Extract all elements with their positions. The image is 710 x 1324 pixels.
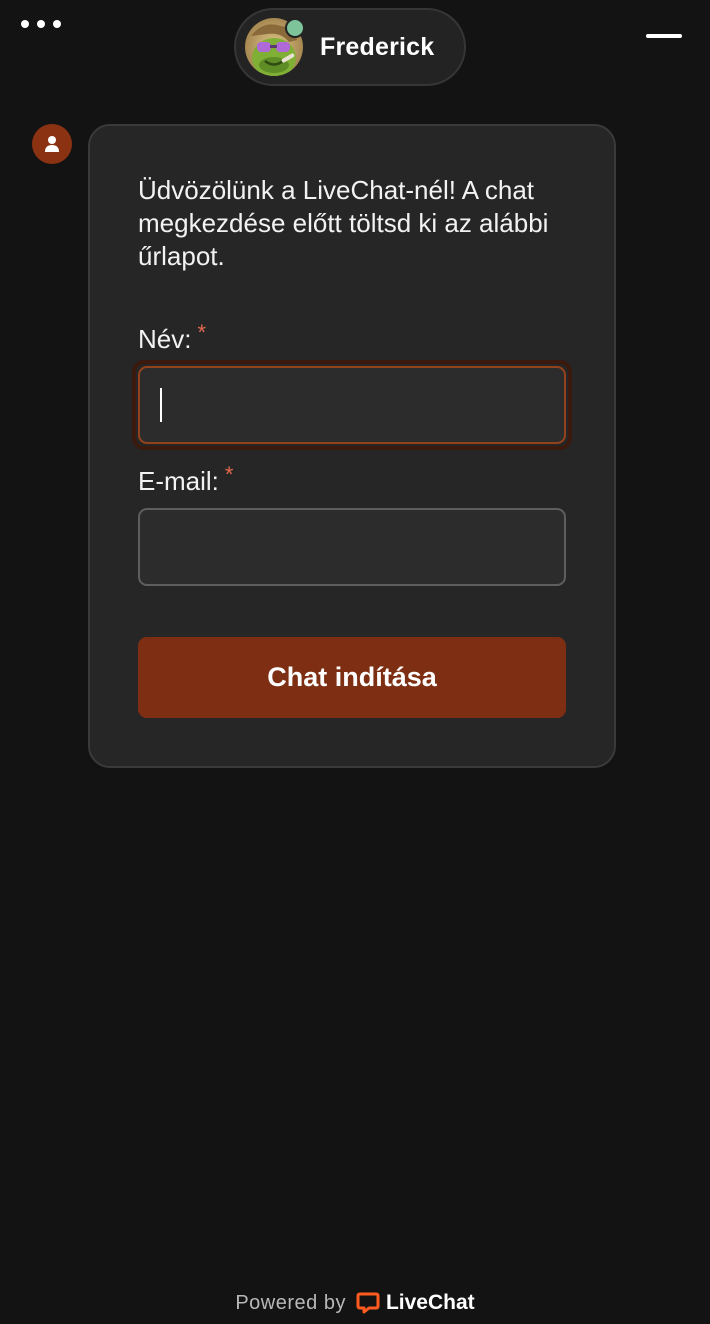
powered-by-text: Powered by bbox=[235, 1291, 346, 1314]
footer: Powered by LiveChat bbox=[0, 1286, 710, 1320]
dot bbox=[53, 20, 61, 28]
dot bbox=[37, 20, 45, 28]
email-input[interactable] bbox=[138, 508, 566, 586]
online-status-indicator bbox=[285, 18, 305, 38]
livechat-brand-link[interactable]: LiveChat bbox=[356, 1291, 475, 1315]
livechat-logo-icon bbox=[356, 1292, 380, 1314]
name-input-focus-ring bbox=[132, 360, 572, 450]
agent-name: Frederick bbox=[320, 32, 435, 61]
name-input[interactable] bbox=[138, 366, 566, 444]
dot bbox=[21, 20, 29, 28]
email-field-label: E-mail: * bbox=[138, 462, 233, 498]
text-caret bbox=[160, 388, 162, 422]
bot-avatar bbox=[32, 124, 72, 164]
start-chat-button[interactable]: Chat indítása bbox=[138, 637, 566, 718]
email-label-text: E-mail: bbox=[138, 466, 219, 496]
required-marker: * bbox=[224, 462, 234, 487]
minimize-bar bbox=[646, 34, 682, 38]
name-field-label: Név: * bbox=[138, 320, 206, 356]
agent-avatar bbox=[245, 18, 305, 76]
welcome-message: Üdvözölünk a LiveChat-nél! A chat megkez… bbox=[138, 175, 549, 271]
minimize-icon[interactable] bbox=[640, 20, 688, 52]
agent-header: Frederick bbox=[234, 8, 466, 86]
name-label-text: Név: bbox=[138, 324, 192, 354]
pre-chat-form: Üdvözölünk a LiveChat-nél! A chat megkez… bbox=[88, 124, 616, 768]
required-marker: * bbox=[197, 320, 207, 345]
livechat-brand-name: LiveChat bbox=[385, 1291, 475, 1314]
user-icon bbox=[45, 136, 59, 152]
more-options-icon[interactable] bbox=[14, 10, 68, 38]
